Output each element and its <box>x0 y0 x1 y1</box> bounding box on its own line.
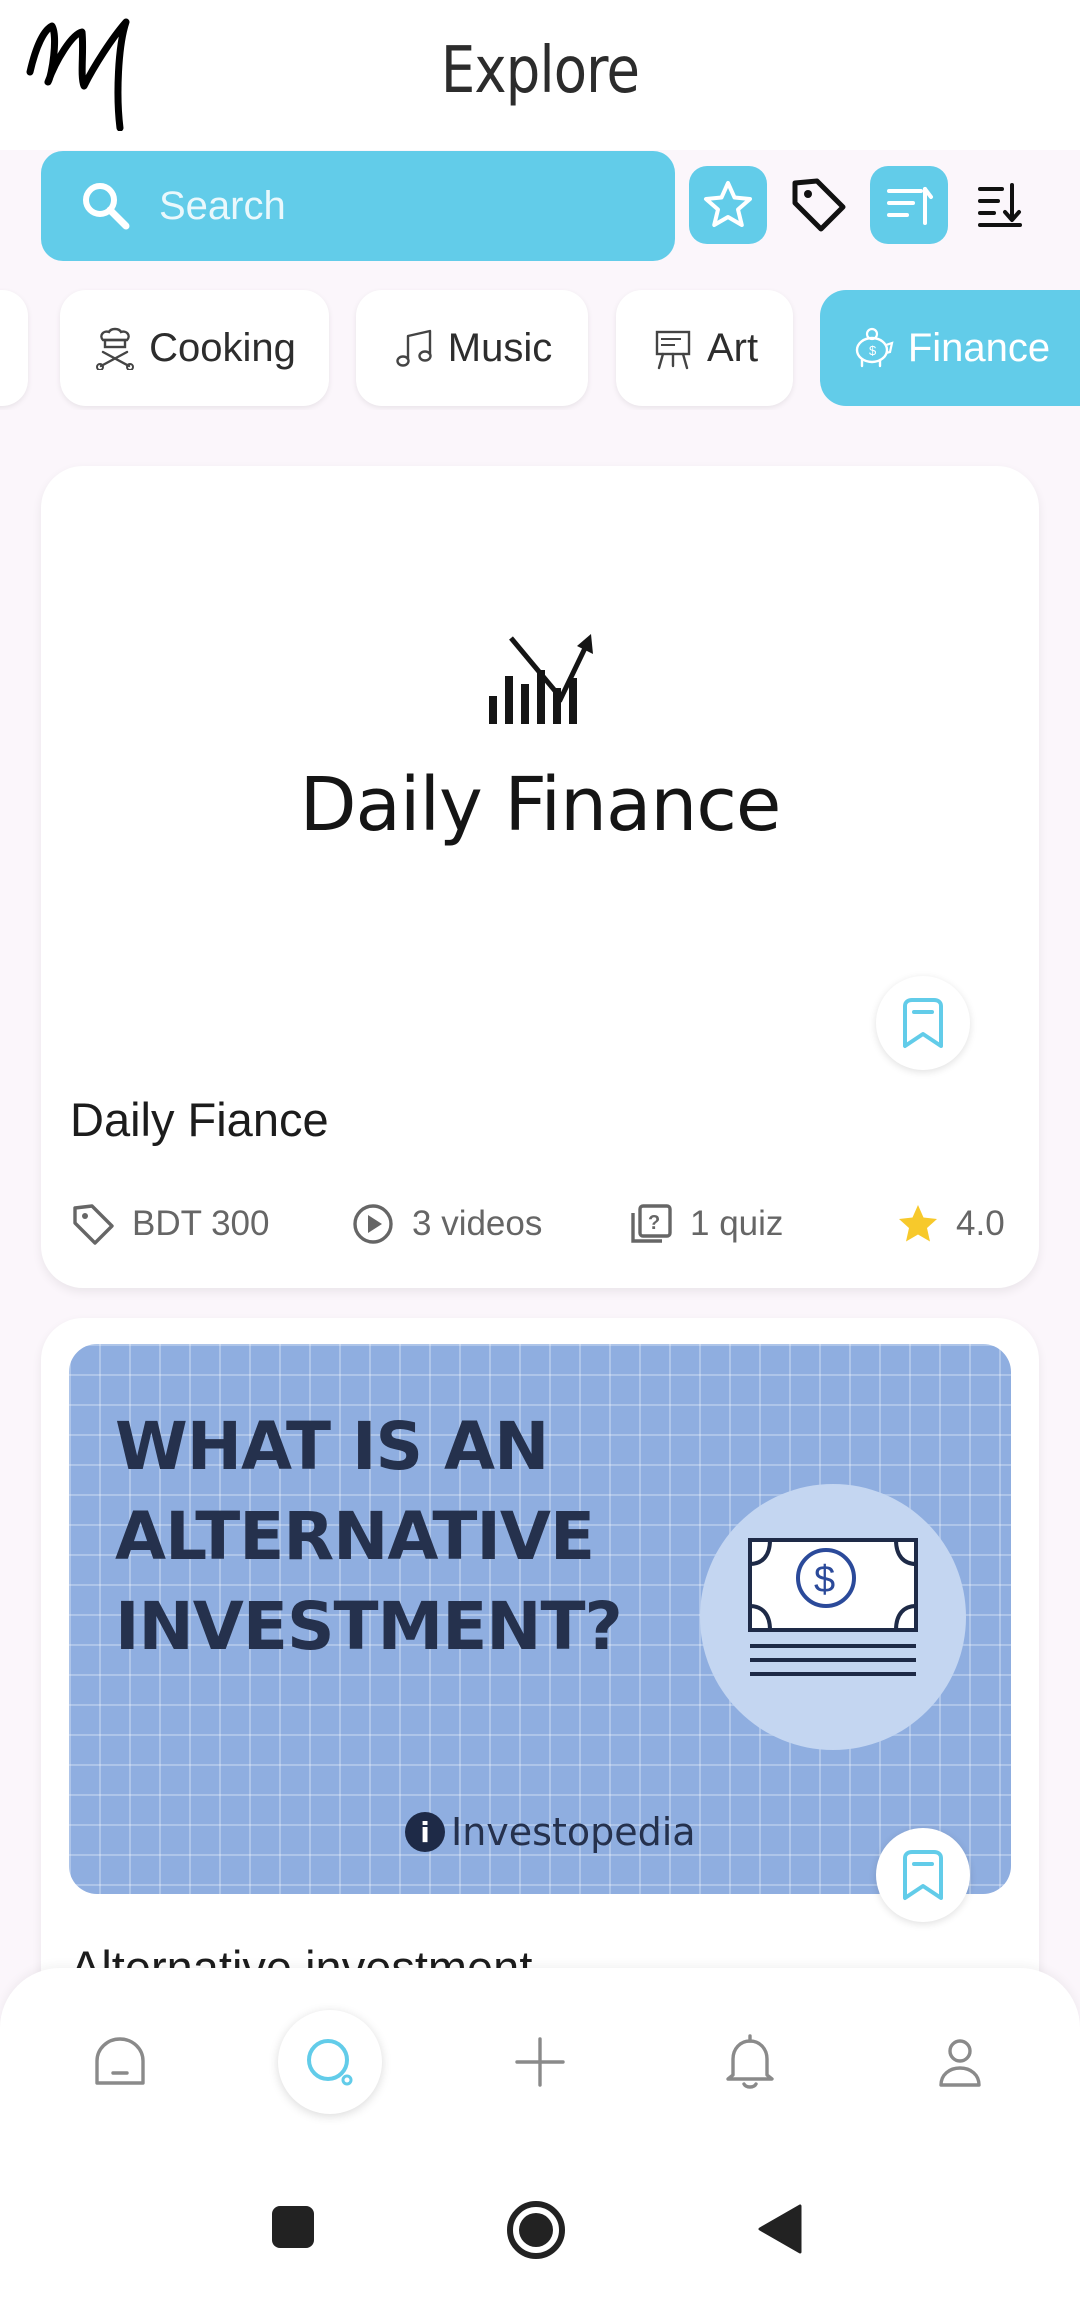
thumbnail-line: WHAT IS AN <box>115 1408 549 1485</box>
price: BDT 300 <box>70 1194 270 1254</box>
search-icon <box>83 183 130 230</box>
bill-illustration: $ <box>700 1484 966 1750</box>
quiz-count-text: 1 quiz <box>690 1204 784 1243</box>
top-bar: Explore <box>0 0 1080 150</box>
sort-icon <box>978 183 1022 227</box>
brand-mark-icon: i <box>405 1812 445 1852</box>
search-placeholder: Search <box>159 183 286 228</box>
brand-text: Investopedia <box>451 1810 696 1854</box>
nav-profile[interactable] <box>908 2010 1012 2114</box>
course-card[interactable]: WHAT IS AN ALTERNATIVE INVESTMENT? $ i I… <box>41 1318 1039 2018</box>
price-text: BDT 300 <box>132 1204 270 1243</box>
sort-button[interactable] <box>961 166 1039 244</box>
rating-text: 4.0 <box>956 1204 1005 1243</box>
filter-button[interactable] <box>870 166 948 244</box>
tag-icon <box>73 1204 114 1245</box>
play-circle-icon <box>353 1204 393 1244</box>
back-system-button[interactable] <box>756 2202 804 2256</box>
svg-text:$: $ <box>814 1559 835 1601</box>
nav-explore[interactable] <box>278 2010 382 2114</box>
course-meta: BDT 300 3 videos ? 1 quiz 4.0 <box>70 1194 1030 1254</box>
chart-logo-icon <box>489 634 593 724</box>
bookmark-button[interactable] <box>876 1828 970 1922</box>
star-filled-icon <box>899 1205 937 1242</box>
rating: 4.0 <box>896 1194 1005 1254</box>
course-thumbnail: WHAT IS AN ALTERNATIVE INVESTMENT? $ i I… <box>69 1344 1011 1894</box>
svg-text:$: $ <box>869 343 877 358</box>
nav-notifications[interactable] <box>698 2010 802 2114</box>
easel-icon <box>655 330 691 370</box>
svg-text:?: ? <box>648 1212 660 1234</box>
chip-label: Art <box>706 325 759 370</box>
add-icon <box>515 2037 565 2087</box>
search-input[interactable]: Search <box>41 151 675 261</box>
bookmark-icon <box>903 1850 943 1900</box>
video-count-text: 3 videos <box>412 1204 543 1243</box>
thumbnail-title: Daily Finance <box>299 762 782 848</box>
nav-home[interactable] <box>68 2010 172 2114</box>
dollar-bill-icon: $ <box>748 1538 918 1676</box>
category-chip-partial[interactable] <box>0 290 28 406</box>
tag-icon <box>792 178 846 232</box>
nav-add[interactable] <box>488 2010 592 2114</box>
category-chip-finance[interactable]: $ Finance <box>820 290 1080 406</box>
category-chip-art[interactable]: Art <box>616 290 793 406</box>
brand-logo: i Investopedia <box>405 1810 696 1854</box>
category-chips: Cooking Music Art $ Finance <box>0 288 1080 410</box>
quiz-count: ? 1 quiz <box>628 1194 783 1254</box>
category-chip-music[interactable]: Music <box>356 290 588 406</box>
thumbnail-line: INVESTMENT? <box>115 1588 623 1665</box>
home-icon <box>95 2037 145 2085</box>
bookmark-button[interactable] <box>876 976 970 1070</box>
chip-label: Finance <box>907 325 1051 370</box>
tags-button[interactable] <box>780 166 858 244</box>
star-icon <box>704 181 752 227</box>
filter-icon <box>887 187 933 225</box>
quiz-icon: ? <box>631 1204 672 1243</box>
profile-icon <box>939 2039 981 2087</box>
course-title: Daily Fiance <box>70 1093 329 1146</box>
thumbnail-line: ALTERNATIVE <box>115 1498 595 1575</box>
category-chip-cooking[interactable]: Cooking <box>60 290 329 406</box>
recents-system-button[interactable] <box>270 2204 316 2250</box>
page-title: Explore <box>440 34 640 108</box>
favorites-button[interactable] <box>689 166 767 244</box>
chip-label: Music <box>447 325 553 370</box>
chip-label: Cooking <box>149 325 296 370</box>
music-note-icon <box>396 329 432 367</box>
bottom-nav <box>0 1968 1080 2304</box>
piggy-bank-icon: $ <box>855 327 894 368</box>
bell-icon <box>726 2034 774 2089</box>
video-count: 3 videos <box>350 1194 542 1254</box>
chef-icon <box>96 327 135 370</box>
home-system-button[interactable] <box>506 2200 566 2260</box>
course-card[interactable]: Daily Finance Daily Fiance BDT 300 3 vid… <box>41 466 1039 1288</box>
bookmark-icon <box>903 998 943 1048</box>
explore-icon <box>307 2039 353 2086</box>
